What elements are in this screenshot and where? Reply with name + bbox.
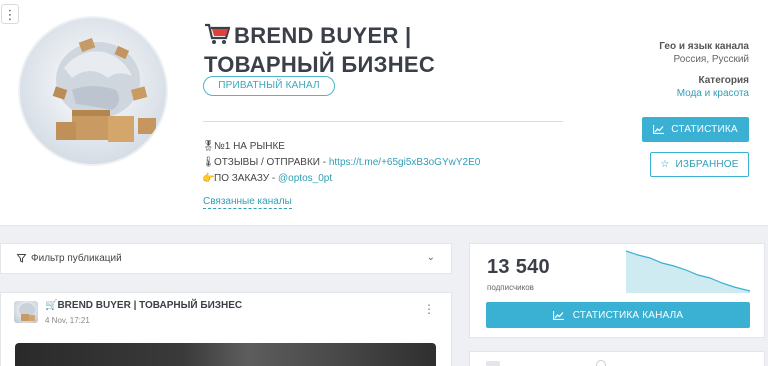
post-title: 🛒BREND BUYER | ТОВАРНЫЙ БИЗНЕС (45, 300, 243, 311)
chart-line-icon (653, 125, 665, 134)
channel-stats-button-label: СТАТИСТИКА КАНАЛА (572, 309, 684, 321)
medal-icon: 🎖 (202, 141, 215, 152)
related-channels-link[interactable]: Связанные каналы (203, 195, 292, 209)
stats-button[interactable]: СТАТИСТИКА (642, 117, 749, 142)
thermometer-icon: 🌡 (202, 157, 215, 168)
post-avatar (14, 301, 38, 323)
shopping-cart-icon: 🛒 (45, 300, 58, 311)
placeholder-bar (486, 361, 500, 366)
filter-icon (17, 254, 26, 263)
stats-button-label: СТАТИСТИКА (671, 124, 738, 135)
channel-title-line1: BREND BUYER | (234, 23, 412, 48)
publication-filter[interactable]: Фильтр публикаций ⌄ (0, 243, 452, 274)
favorite-button-label: ИЗБРАННОЕ (675, 159, 739, 170)
favorite-button[interactable]: ☆ ИЗБРАННОЕ (650, 152, 749, 177)
star-icon: ☆ (660, 159, 670, 170)
channel-avatar (18, 16, 168, 166)
channel-meta: Гео и язык канала Россия, Русский Катего… (659, 40, 749, 108)
kebab-menu-icon[interactable]: ⋮ (1, 4, 19, 24)
info-icon (596, 360, 606, 366)
channel-stats-button[interactable]: СТАТИСТИКА КАНАЛА (486, 302, 750, 328)
channel-title-line2: ТОВАРНЫЙ БИЗНЕС (204, 52, 436, 77)
category-label: Категория (698, 75, 749, 86)
description-line: 👉ПО ЗАКАЗУ - @optos_0pt (202, 171, 480, 187)
subscribers-card: 13 540 подписчиков СТАТИСТИКА КАНАЛА (469, 243, 765, 338)
pointing-hand-icon: 👉 (202, 173, 215, 184)
secondary-card (469, 351, 765, 366)
post-menu-icon[interactable]: ⋮ (423, 303, 435, 315)
channel-header-card: ⋮ BREND BUYER | ТОВАРНЫЙ БИЗНЕС ПРИВАТНЫ… (0, 0, 768, 226)
shopping-cart-icon (204, 23, 234, 51)
subscriber-count: 13 540 (487, 256, 550, 278)
geo-label: Гео и язык канала (659, 41, 749, 52)
post-card: 🛒BREND BUYER | ТОВАРНЫЙ БИЗНЕС 4 Nov, 17… (0, 292, 452, 366)
channel-title: BREND BUYER | ТОВАРНЫЙ БИЗНЕС (204, 22, 504, 78)
chevron-down-icon[interactable]: ⌄ (427, 252, 435, 263)
description-line: 🎖№1 НА РЫНКЕ (202, 139, 480, 155)
subscriber-trend-sparkline (626, 250, 750, 293)
reviews-link[interactable]: https://t.me/+65gi5xB3oGYwY2E0 (329, 157, 480, 168)
post-date: 4 Nov, 17:21 (45, 316, 90, 325)
filter-label: Фильтр публикаций (31, 253, 122, 264)
description-line: 🌡ОТЗЫВЫ / ОТПРАВКИ - https://t.me/+65gi5… (202, 155, 480, 171)
order-contact-link[interactable]: @optos_0pt (278, 173, 332, 184)
geo-value: Россия, Русский (673, 54, 749, 65)
chart-line-icon (552, 310, 564, 320)
channel-description: 🎖№1 НА РЫНКЕ 🌡ОТЗЫВЫ / ОТПРАВКИ - https:… (202, 139, 480, 187)
private-channel-badge: ПРИВАТНЫЙ КАНАЛ (203, 76, 335, 96)
category-link[interactable]: Мода и красота (659, 87, 749, 100)
subscriber-label: подписчиков (487, 283, 534, 292)
divider (203, 121, 563, 122)
post-image[interactable] (15, 343, 436, 366)
